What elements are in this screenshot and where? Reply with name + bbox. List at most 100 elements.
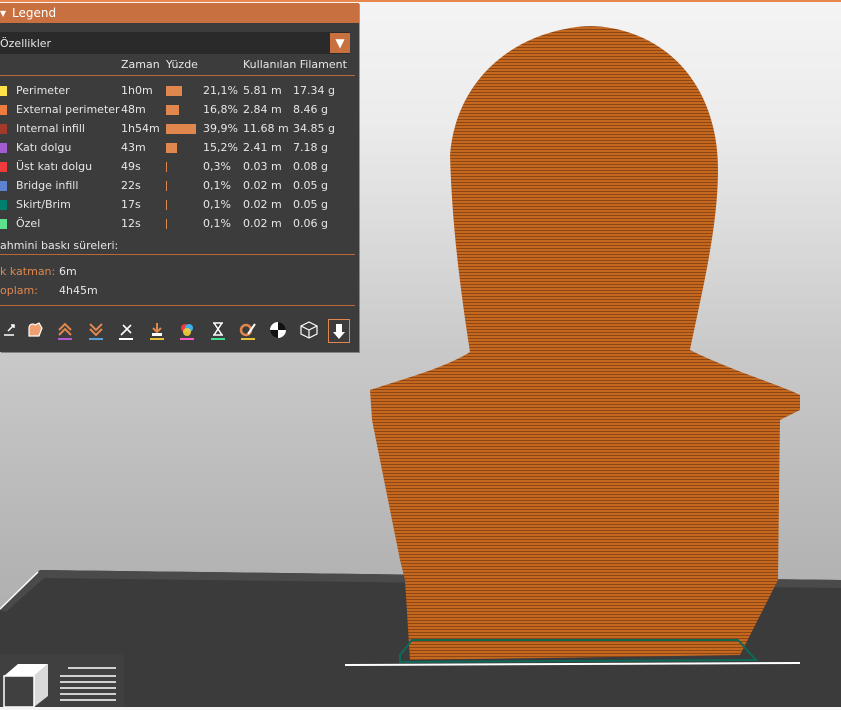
view-type-value: Özellikler [0,36,52,50]
column-used-filament: Kullanılan Filament [243,58,347,71]
feature-name: Internal infill [16,122,85,135]
divider [0,254,355,255]
legend-title: Legend [12,6,57,20]
color-swatch [0,124,7,134]
feature-name: Bridge infill [16,179,79,192]
filament-weight: 7.18 g [293,141,328,154]
feature-time: 1h0m [121,84,153,97]
filament-length: 2.41 m [243,141,282,154]
feature-name: Katı dolgu [16,141,72,154]
collapse-arrow-icon[interactable]: ▼ [0,9,8,18]
filament-length: 2.84 m [243,103,282,116]
column-time: Zaman [121,58,160,71]
seams-icon[interactable] [115,319,137,341]
tool-marker-icon[interactable] [328,319,350,343]
percent-bar [166,86,182,96]
legend-options-toolbar [0,316,359,346]
view-type-combo[interactable]: Özellikler ▼ [0,32,350,54]
filament-length: 5.81 m [243,84,282,97]
filament-weight: 34.85 g [293,122,335,135]
color-swatch [0,219,7,229]
filament-weight: 0.05 g [293,198,328,211]
feature-time: 12s [121,217,141,230]
total-value: 4h45m [59,284,98,297]
tool-changes-icon[interactable] [146,319,168,341]
percent-bar [166,162,167,172]
feature-percent: 0,1% [203,217,231,230]
feature-percent: 21,1% [203,84,238,97]
first-layer-label: k katman: [0,265,56,278]
feature-percent: 0,1% [203,179,231,192]
model-bust[interactable] [370,26,800,660]
color-swatch [0,200,7,210]
feature-time: 49s [121,160,141,173]
legend-row[interactable]: Skirt/Brim 17s 0,1% 0.02 m 0.05 g [0,196,359,215]
color-changes-icon[interactable] [176,319,198,341]
feature-time: 48m [121,103,146,116]
color-swatch [0,162,7,172]
custom-gcode-icon[interactable] [237,319,259,341]
retractions-icon[interactable] [54,319,76,341]
feature-percent: 39,9% [203,122,238,135]
feature-time: 1h54m [121,122,160,135]
legend-table-header: Zaman Yüzde Kullanılan Filament [0,58,359,74]
layers-view-icon[interactable] [60,667,116,701]
legend-row[interactable]: External perimeter 48m 16,8% 2.84 m 8.46 g [0,101,359,120]
center-of-gravity-icon[interactable] [267,319,289,341]
percent-bar [166,105,179,115]
legend-row[interactable]: Internal infill 1h54m 39,9% 11.68 m 34.85 g [0,120,359,139]
filament-weight: 0.08 g [293,160,328,173]
legend-row[interactable]: Özel 12s 0,1% 0.02 m 0.06 g [0,215,359,234]
filament-weight: 0.05 g [293,179,328,192]
wipe-icon[interactable] [24,319,46,341]
color-swatch [0,86,7,96]
legend-row[interactable]: Üst katı dolgu 49s 0,3% 0.03 m 0.08 g [0,158,359,177]
shells-icon[interactable] [298,319,320,341]
travel-icon[interactable] [0,319,22,341]
feature-time: 17s [121,198,141,211]
feature-percent: 0,1% [203,198,231,211]
filament-weight: 17.34 g [293,84,335,97]
column-percent: Yüzde [166,58,198,71]
first-layer-value: 6m [59,265,77,278]
feature-name: External perimeter [16,103,120,116]
feature-percent: 16,8% [203,103,238,116]
pause-icon[interactable] [207,319,229,341]
filament-length: 0.02 m [243,198,282,211]
header-divider [0,75,355,76]
legend-header[interactable]: ▼ Legend [0,3,359,23]
filament-length: 11.68 m [243,122,289,135]
feature-percent: 15,2% [203,141,238,154]
feature-name: Skirt/Brim [16,198,71,211]
percent-bar [166,219,167,229]
filament-weight: 8.46 g [293,103,328,116]
feature-time: 22s [121,179,141,192]
feature-percent: 0,3% [203,160,231,173]
percent-bar [166,200,167,210]
color-swatch [0,181,7,191]
feature-time: 43m [121,141,146,154]
percent-bar [166,143,177,153]
filament-length: 0.02 m [243,217,282,230]
filament-weight: 0.06 g [293,217,328,230]
legend-panel: ▼ Legend Özellikler ▼ Zaman Yüzde Kullan… [0,3,359,352]
estimate-title: ahmini baskı süreleri: [0,239,119,252]
deretractions-icon[interactable] [85,319,107,341]
legend-row[interactable]: Katı dolgu 43m 15,2% 2.41 m 7.18 g [0,139,359,158]
total-label: oplam: [0,284,38,297]
toolbar-divider [0,305,355,306]
perspective-cube-icon[interactable] [3,664,48,708]
percent-bar [166,181,167,191]
color-swatch [0,143,7,153]
feature-name: Özel [16,217,41,230]
filament-length: 0.02 m [243,179,282,192]
legend-row[interactable]: Perimeter 1h0m 21,1% 5.81 m 17.34 g [0,82,359,101]
feature-name: Perimeter [16,84,70,97]
feature-name: Üst katı dolgu [16,160,93,173]
chevron-down-icon[interactable]: ▼ [330,33,350,53]
percent-bar [166,124,196,134]
filament-length: 0.03 m [243,160,282,173]
legend-row[interactable]: Bridge infill 22s 0,1% 0.02 m 0.05 g [0,177,359,196]
view-toolbar [0,654,124,708]
color-swatch [0,105,7,115]
